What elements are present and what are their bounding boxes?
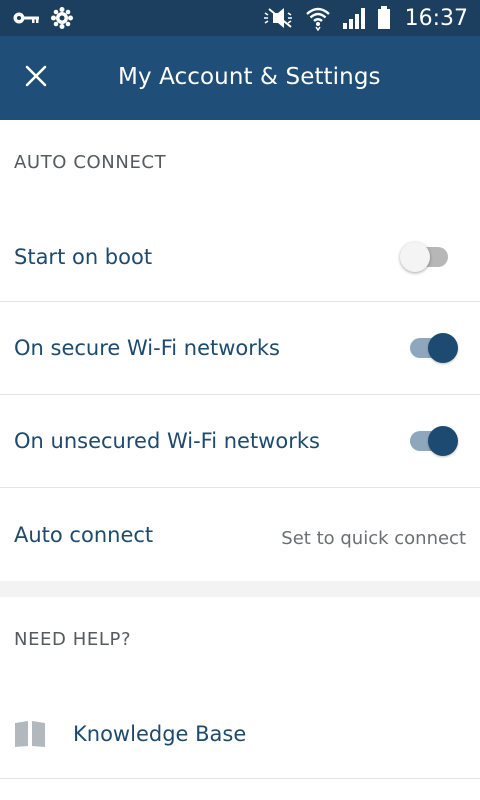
start-on-boot-toggle[interactable] <box>400 240 460 274</box>
setting-label: Start on boot <box>14 244 153 269</box>
setting-label: Auto connect <box>14 522 154 547</box>
status-bar: 16:37 <box>0 0 480 36</box>
settings-notification-icon <box>50 6 74 30</box>
setting-row-auto-connect[interactable]: Auto connect Set to quick connect <box>0 488 480 581</box>
section-header-need-help: NEED HELP? <box>14 629 132 650</box>
toggle-thumb <box>428 333 458 363</box>
app-bar: My Account & Settings <box>0 36 480 120</box>
key-icon <box>12 10 40 26</box>
toggle-thumb <box>428 426 458 456</box>
unsecured-wifi-toggle[interactable] <box>408 424 460 458</box>
mute-icon <box>261 7 295 29</box>
battery-icon <box>377 6 391 30</box>
status-bar-left <box>12 0 74 36</box>
knowledge-base-label: Knowledge Base <box>73 721 247 746</box>
setting-label: On unsecured Wi-Fi networks <box>14 429 320 453</box>
setting-label: On secure Wi-Fi networks <box>14 336 280 360</box>
close-button[interactable] <box>14 56 58 100</box>
auto-connect-value: Set to quick connect <box>281 528 466 549</box>
setting-row-unsecured-wifi: On unsecured Wi-Fi networks <box>0 395 480 488</box>
page-title: My Account & Settings <box>118 64 381 90</box>
settings-content: AUTO CONNECT Start on boot On secure Wi-… <box>0 120 480 779</box>
book-icon <box>14 719 48 749</box>
setting-row-start-on-boot: Start on boot <box>0 212 480 302</box>
section-divider <box>0 581 480 597</box>
secure-wifi-toggle[interactable] <box>408 331 460 365</box>
section-header-auto-connect: AUTO CONNECT <box>14 152 167 173</box>
status-time: 16:37 <box>404 5 468 31</box>
wifi-icon <box>305 5 331 31</box>
toggle-thumb <box>400 241 430 272</box>
knowledge-base-item[interactable]: Knowledge Base <box>0 689 480 779</box>
status-bar-right: 16:37 <box>261 0 468 36</box>
setting-row-secure-wifi: On secure Wi-Fi networks <box>0 302 480 395</box>
signal-icon <box>341 6 367 30</box>
close-icon <box>25 65 47 91</box>
